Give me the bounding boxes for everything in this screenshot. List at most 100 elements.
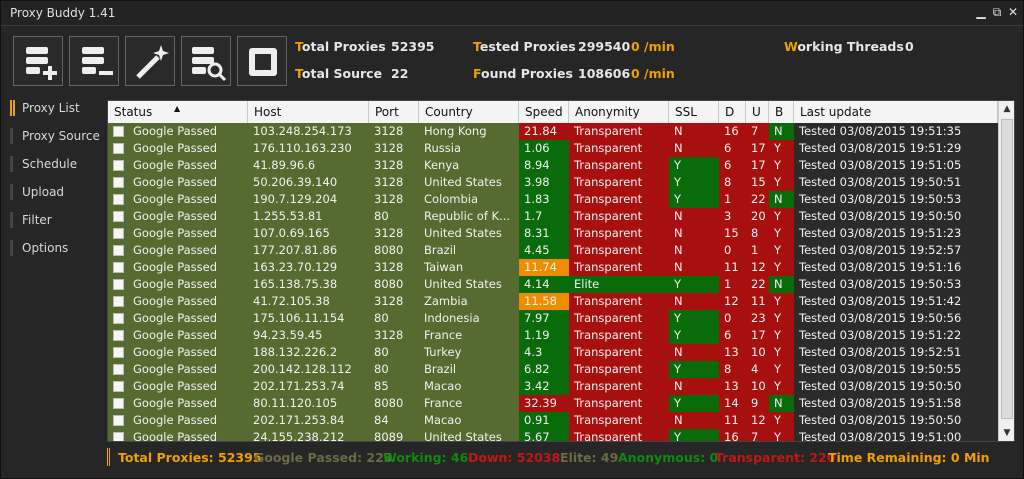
row-checkbox[interactable]	[113, 262, 124, 273]
status-text: Google Passed	[133, 243, 218, 257]
sidebar-item-proxy-source[interactable]: Proxy Source	[10, 125, 100, 147]
column-header-anonymity[interactable]: Anonymity	[569, 101, 669, 123]
row-checkbox[interactable]	[113, 313, 124, 324]
row-checkbox[interactable]	[113, 245, 124, 256]
table-row[interactable]: Google Passed 41.89.96.6 3128 Kenya 8.94 Tran…	[108, 157, 998, 174]
cell-ssl: N	[669, 140, 719, 157]
table-row[interactable]: Google Passed 80.11.120.105 8080 France 32.3…	[108, 395, 998, 412]
scroll-down-icon[interactable]: ▼	[999, 425, 1014, 441]
sidebar-item-label: Upload	[22, 185, 65, 199]
cell-port: 85	[369, 378, 419, 395]
row-checkbox[interactable]	[113, 330, 124, 341]
table-row[interactable]: Google Passed 202.171.253.84 84 Macao 0.91 Tr…	[108, 412, 998, 429]
table-row[interactable]: Google Passed 107.0.69.165 3128 United Stat…	[108, 225, 998, 242]
close-icon[interactable]: ✕	[1006, 5, 1020, 19]
cell-d: 1	[719, 276, 746, 293]
title-bar[interactable]: Proxy Buddy 1.41 ▁ ⧉ ✕	[1, 1, 1023, 26]
column-header-u[interactable]: U	[746, 101, 769, 123]
cell-host: 202.171.253.84	[248, 412, 369, 429]
table-row[interactable]: Google Passed 177.207.81.86 8080 Brazil 4.45…	[108, 242, 998, 259]
column-header-speed[interactable]: Speed	[519, 101, 569, 123]
row-checkbox[interactable]	[113, 143, 124, 154]
row-checkbox[interactable]	[113, 381, 124, 392]
table-row[interactable]: Google Passed 176.110.163.230 3128 Russia 1.…	[108, 140, 998, 157]
cell-b: N	[769, 276, 794, 293]
auto-find-button[interactable]	[125, 36, 175, 86]
remove-list-button[interactable]	[69, 36, 119, 86]
table-row[interactable]: Google Passed 94.23.59.45 3128 France 1.19 Tr…	[108, 327, 998, 344]
table-row[interactable]: Google Passed 50.206.39.140 3128 United Sta…	[108, 174, 998, 191]
cell-speed: 5.67	[519, 429, 569, 441]
row-checkbox[interactable]	[113, 194, 124, 205]
table-header: Status Host Port Country Speed Anonymity SSL D U…	[108, 101, 998, 123]
table-row[interactable]: Google Passed 41.72.105.38 3128 Zambia 11.58…	[108, 293, 998, 310]
scroll-up-icon[interactable]: ▲	[999, 101, 1014, 117]
cell-ssl: Y	[669, 276, 719, 293]
cell-speed: 21.84	[519, 123, 569, 140]
cell-last-update: Tested 03/08/2015 19:50:50	[794, 208, 998, 225]
row-checkbox[interactable]	[113, 228, 124, 239]
row-checkbox[interactable]	[113, 160, 124, 171]
status-text: Google Passed	[133, 413, 218, 427]
row-checkbox[interactable]	[113, 415, 124, 426]
remove-list-icon	[82, 47, 113, 75]
total-proxies-value: 52395	[391, 39, 435, 54]
add-list-button[interactable]	[13, 36, 63, 86]
table-row[interactable]: Google Passed 188.132.226.2 80 Turkey 4.3 Tra…	[108, 344, 998, 361]
status-text: Google Passed	[133, 345, 218, 359]
cell-u: 22	[746, 276, 769, 293]
row-checkbox[interactable]	[113, 432, 124, 441]
table-row[interactable]: Google Passed 202.171.253.74 85 Macao 3.42 Tr…	[108, 378, 998, 395]
cell-anonymity: Transparent	[569, 429, 669, 441]
cell-country: Brazil	[419, 361, 519, 378]
cell-status: Google Passed	[108, 378, 248, 395]
cell-status: Google Passed	[108, 123, 248, 140]
status-text: Google Passed	[133, 311, 218, 325]
working-threads-label: Working Threads	[784, 39, 904, 54]
column-header-d[interactable]: D	[719, 101, 746, 123]
sidebar-item-upload[interactable]: Upload	[10, 181, 64, 203]
column-header-last-update[interactable]: Last update	[794, 101, 998, 123]
table-row[interactable]: Google Passed 190.7.129.204 3128 Colombia 1.…	[108, 191, 998, 208]
search-list-button[interactable]	[181, 36, 231, 86]
row-checkbox[interactable]	[113, 279, 124, 290]
tested-proxies-label: Tested Proxies	[473, 39, 576, 54]
vertical-scrollbar[interactable]: ▲ ▼	[998, 101, 1014, 441]
column-header-b[interactable]: B	[769, 101, 794, 123]
column-header-country[interactable]: Country	[419, 101, 519, 123]
cell-status: Google Passed	[108, 225, 248, 242]
maximize-icon[interactable]: ⧉	[990, 5, 1004, 19]
table-row[interactable]: Google Passed 24.155.238.212 8089 United St…	[108, 429, 998, 441]
sidebar-item-label: Proxy List	[22, 101, 80, 115]
table-row[interactable]: Google Passed 165.138.75.38 8080 United Sta…	[108, 276, 998, 293]
status-total-proxies: Total Proxies: 52395	[118, 450, 262, 465]
total-source-value: 22	[391, 66, 409, 81]
table-row[interactable]: Google Passed 200.142.128.112 80 Brazil 6.82…	[108, 361, 998, 378]
table-row[interactable]: Google Passed 175.106.11.154 80 Indonesia 7.…	[108, 310, 998, 327]
row-checkbox[interactable]	[113, 347, 124, 358]
row-checkbox[interactable]	[113, 126, 124, 137]
sidebar-item-options[interactable]: Options	[10, 237, 68, 259]
stop-button[interactable]	[237, 36, 287, 86]
row-checkbox[interactable]	[113, 211, 124, 222]
row-checkbox[interactable]	[113, 296, 124, 307]
cell-u: 9	[746, 395, 769, 412]
cell-u: 17	[746, 140, 769, 157]
table-row[interactable]: Google Passed 103.248.254.173 3128 Hong Kon…	[108, 123, 998, 140]
row-checkbox[interactable]	[113, 398, 124, 409]
column-header-ssl[interactable]: SSL	[669, 101, 719, 123]
table-row[interactable]: Google Passed 1.255.53.81 80 Republic of K.…	[108, 208, 998, 225]
cell-ssl: N	[669, 344, 719, 361]
row-checkbox[interactable]	[113, 364, 124, 375]
cell-b: Y	[769, 344, 794, 361]
row-checkbox[interactable]	[113, 177, 124, 188]
minimize-icon[interactable]: ▁	[974, 5, 988, 19]
cell-host: 24.155.238.212	[248, 429, 369, 441]
sidebar-item-filter[interactable]: Filter	[10, 209, 52, 231]
table-row[interactable]: Google Passed 163.23.70.129 3128 Taiwan 11.7…	[108, 259, 998, 276]
scrollbar-thumb[interactable]	[1001, 119, 1013, 419]
sidebar-item-proxy-list[interactable]: Proxy List	[10, 97, 80, 119]
column-header-port[interactable]: Port	[369, 101, 419, 123]
column-header-host[interactable]: Host	[248, 101, 369, 123]
sidebar-item-schedule[interactable]: Schedule	[10, 153, 77, 175]
